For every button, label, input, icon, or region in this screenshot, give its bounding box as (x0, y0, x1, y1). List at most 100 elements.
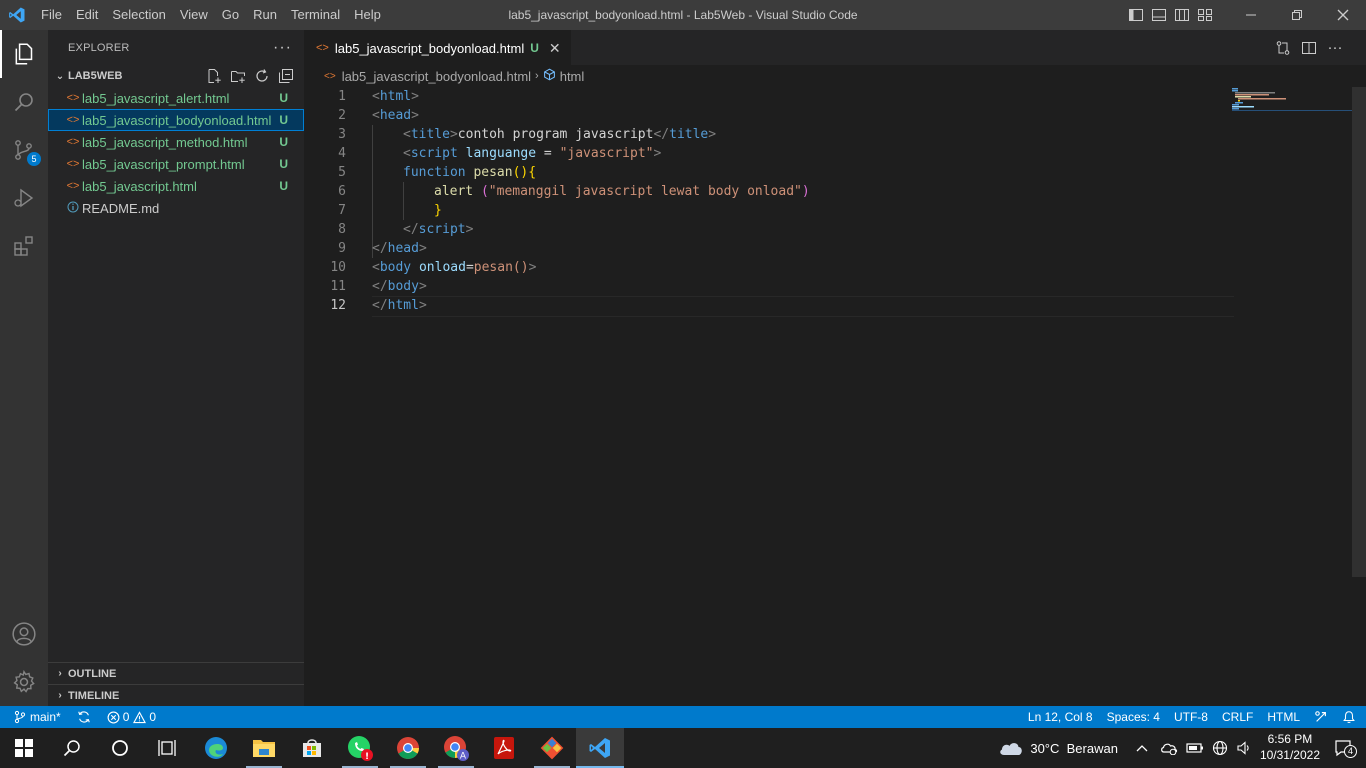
vscode-taskbar-icon[interactable] (576, 728, 624, 768)
language-mode[interactable]: HTML (1260, 706, 1307, 728)
cortana-icon[interactable] (96, 728, 144, 768)
outline-section[interactable]: › OUTLINE (48, 662, 304, 684)
edge-browser-icon[interactable] (192, 728, 240, 768)
split-editor-icon[interactable] (1296, 30, 1322, 65)
show-hidden-icons-icon[interactable] (1122, 728, 1156, 768)
file-item-method[interactable]: <> lab5_javascript_method.html U (48, 131, 304, 153)
encoding[interactable]: UTF-8 (1167, 706, 1215, 728)
file-item-readme[interactable]: README.md (48, 197, 304, 219)
menu-edit[interactable]: Edit (69, 0, 105, 30)
code-editor[interactable]: 1 <html> 2 <head> 3 <title>contoh progra… (304, 87, 1234, 317)
chrome-icon[interactable] (384, 728, 432, 768)
error-count: 0 (122, 710, 130, 724)
git-gui-icon[interactable] (528, 728, 576, 768)
restore-icon[interactable] (1274, 0, 1320, 30)
editor-area: <> lab5_javascript_bodyonload.html U ✕ ·… (304, 30, 1366, 706)
new-file-icon[interactable] (202, 65, 226, 87)
more-actions-icon[interactable]: ··· (1322, 30, 1348, 65)
acrobat-reader-icon[interactable] (480, 728, 528, 768)
indentation[interactable]: Spaces: 4 (1100, 706, 1167, 728)
file-item-javascript[interactable]: <> lab5_javascript.html U (48, 175, 304, 197)
close-window-icon[interactable] (1320, 0, 1366, 30)
windows-start-icon[interactable] (0, 728, 48, 768)
end-of-line[interactable]: CRLF (1215, 706, 1260, 728)
code-text: <script languange = "javascript"> (403, 146, 662, 161)
clock[interactable]: 6:56 PM 10/31/2022 (1256, 728, 1324, 768)
branch-icon (14, 710, 26, 724)
workspace-folder[interactable]: ⌄ LAB5WEB (48, 65, 304, 87)
timeline-section[interactable]: › TIMELINE (48, 684, 304, 706)
volume-icon[interactable] (1232, 728, 1256, 768)
minimize-icon[interactable] (1228, 0, 1274, 30)
vertical-scrollbar[interactable] (1352, 87, 1366, 577)
menu-help[interactable]: Help (347, 0, 388, 30)
html-file-icon: <> (66, 92, 80, 104)
explorer-icon[interactable] (0, 30, 48, 78)
battery-icon[interactable] (1182, 728, 1208, 768)
file-name: README.md (82, 200, 160, 216)
html-file-icon: <> (316, 42, 329, 54)
weather-text: 30°C Berawan (1030, 740, 1118, 756)
cursor-position[interactable]: Ln 12, Col 8 (1021, 706, 1100, 728)
file-explorer-icon[interactable] (240, 728, 288, 768)
branch-name: main* (30, 710, 61, 724)
notifications-bell-icon[interactable] (1335, 706, 1366, 728)
source-control-icon[interactable]: 5 (0, 126, 48, 174)
search-icon[interactable] (0, 78, 48, 126)
menu-selection[interactable]: Selection (105, 0, 172, 30)
onedrive-sync-icon[interactable] (1156, 728, 1182, 768)
refresh-icon[interactable] (250, 65, 274, 87)
editor-tabs: <> lab5_javascript_bodyonload.html U ✕ ·… (304, 30, 1366, 65)
chevron-down-icon: ⌄ (55, 70, 65, 82)
vscode-logo-icon (0, 0, 34, 30)
branch-status[interactable]: main* (0, 706, 67, 728)
code-line: 11 </body> (304, 277, 1234, 296)
menu-view[interactable]: View (173, 0, 215, 30)
weather-widget[interactable]: 30°C Berawan (994, 728, 1122, 768)
extensions-icon[interactable] (0, 222, 48, 270)
file-item-bodyonload[interactable]: <> lab5_javascript_bodyonload.html U (48, 109, 304, 131)
problems-status[interactable]: 0 0 (101, 706, 162, 728)
windows-taskbar: ! A 30°C Berawan 6:56 PM 10/31/2022 4 (0, 728, 1366, 768)
warning-icon (133, 710, 147, 723)
chrome-profile-icon[interactable]: A (432, 728, 480, 768)
action-center-icon[interactable]: 4 (1324, 728, 1366, 768)
svg-text:!: ! (365, 752, 369, 762)
menu-go[interactable]: Go (215, 0, 246, 30)
new-folder-icon[interactable] (226, 65, 250, 87)
feedback-icon[interactable] (1307, 706, 1335, 728)
run-debug-icon[interactable] (0, 174, 48, 222)
toggle-primary-sidebar-icon[interactable] (1125, 0, 1147, 30)
minimap[interactable] (1232, 87, 1352, 117)
manage-gear-icon[interactable] (0, 658, 48, 706)
breadcrumb-symbol[interactable]: html (560, 69, 585, 84)
tab-bodyonload[interactable]: <> lab5_javascript_bodyonload.html U ✕ (304, 30, 571, 65)
breadcrumb-file[interactable]: lab5_javascript_bodyonload.html (342, 69, 531, 84)
line-number: 3 (338, 127, 346, 142)
html-file-icon: <> (66, 136, 80, 148)
close-tab-icon[interactable]: ✕ (549, 40, 561, 57)
open-changes-icon[interactable] (1270, 30, 1296, 65)
html-file-icon: <> (324, 70, 336, 82)
menu-run[interactable]: Run (246, 0, 284, 30)
line-number: 8 (338, 222, 346, 237)
toggle-panel-icon[interactable] (1148, 0, 1170, 30)
more-actions-icon[interactable]: ··· (273, 39, 292, 57)
sync-icon[interactable] (67, 706, 101, 728)
menu-terminal[interactable]: Terminal (284, 0, 347, 30)
accounts-icon[interactable] (0, 610, 48, 658)
microsoft-store-icon[interactable] (288, 728, 336, 768)
file-item-alert[interactable]: <> lab5_javascript_alert.html U (48, 87, 304, 109)
menu-file[interactable]: File (34, 0, 69, 30)
git-status-untracked: U (279, 157, 288, 171)
toggle-secondary-sidebar-icon[interactable] (1171, 0, 1193, 30)
customize-layout-icon[interactable] (1194, 0, 1216, 30)
task-view-icon[interactable] (144, 728, 192, 768)
collapse-all-icon[interactable] (274, 65, 298, 87)
network-globe-icon[interactable] (1208, 728, 1232, 768)
line-number: 9 (338, 241, 346, 256)
status-right: Ln 12, Col 8 Spaces: 4 UTF-8 CRLF HTML (1021, 706, 1366, 728)
taskbar-search-icon[interactable] (48, 728, 96, 768)
file-item-prompt[interactable]: <> lab5_javascript_prompt.html U (48, 153, 304, 175)
whatsapp-icon[interactable]: ! (336, 728, 384, 768)
